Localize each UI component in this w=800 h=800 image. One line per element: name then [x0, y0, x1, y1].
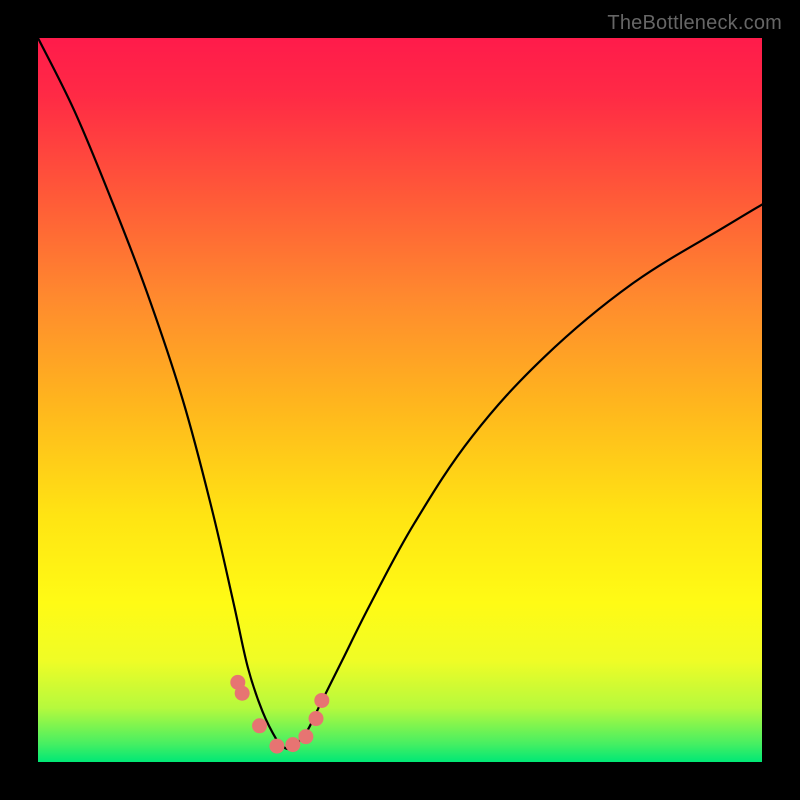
- marker-dot: [309, 711, 324, 726]
- marker-dot: [252, 718, 267, 733]
- marker-dot: [235, 686, 250, 701]
- curve-layer: [38, 38, 762, 762]
- plot-area: [38, 38, 762, 762]
- marker-dot: [314, 693, 329, 708]
- marker-dot: [298, 729, 313, 744]
- watermark-text: TheBottleneck.com: [607, 12, 782, 35]
- marker-dot: [285, 737, 300, 752]
- marker-dot: [269, 739, 284, 754]
- chart-frame: TheBottleneck.com: [0, 0, 800, 800]
- bottleneck-curve: [38, 38, 762, 749]
- marker-dots: [230, 675, 329, 754]
